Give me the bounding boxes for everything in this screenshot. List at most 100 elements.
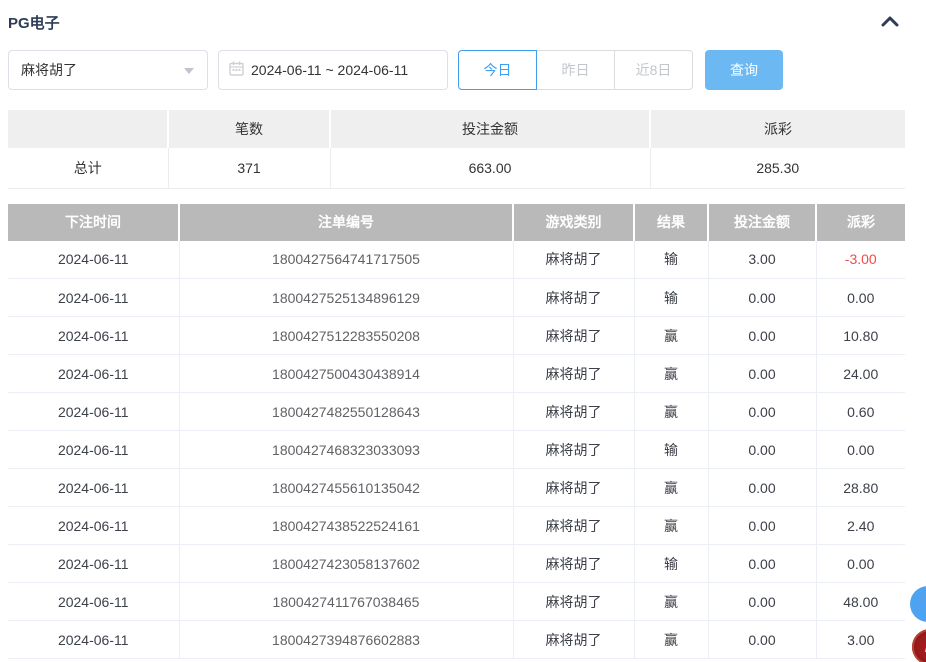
- payout-cell: 0.00: [816, 431, 905, 469]
- chevron-down-icon: [183, 62, 195, 78]
- table-row: 2024-06-11 1800427455610135042 麻将胡了 赢 0.…: [8, 469, 905, 507]
- payout-cell: 0.00: [816, 545, 905, 583]
- payout-cell: 3.00: [816, 621, 905, 659]
- today-button[interactable]: 今日: [458, 50, 537, 90]
- bet-amount-cell: 0.00: [708, 317, 816, 355]
- table-row: 2024-06-11 1800427525134896129 麻将胡了 输 0.…: [8, 279, 905, 317]
- summary-header-count: 笔数: [168, 110, 330, 148]
- bet-time-cell: 2024-06-11: [8, 393, 179, 431]
- game-select[interactable]: 麻将胡了: [8, 50, 208, 90]
- payout-cell: 48.00: [816, 583, 905, 621]
- summary-total-count: 371: [168, 148, 330, 188]
- chevron-up-icon: [880, 14, 900, 31]
- header-payout: 派彩: [816, 204, 905, 241]
- header-bet-amount: 投注金额: [708, 204, 816, 241]
- quick-filter-group: 今日 昨日 近8日: [458, 50, 693, 90]
- header-game-category: 游戏类别: [513, 204, 634, 241]
- game-category-cell: 麻将胡了: [513, 279, 634, 317]
- bet-amount-cell: 0.00: [708, 583, 816, 621]
- filter-bar: 麻将胡了 2024-06-11 ~ 2024-06-11 今日 昨日 近8日 查…: [8, 50, 918, 90]
- header-bet-time: 下注时间: [8, 204, 179, 241]
- result-cell: 赢: [634, 393, 708, 431]
- table-row: 2024-06-11 1800427468323033093 麻将胡了 输 0.…: [8, 431, 905, 469]
- order-number-cell: 1800427564741717505: [179, 241, 513, 279]
- game-category-cell: 麻将胡了: [513, 507, 634, 545]
- summary-header-row: 笔数 投注金额 派彩: [8, 110, 905, 148]
- payout-cell: 0.00: [816, 279, 905, 317]
- game-category-cell: 麻将胡了: [513, 241, 634, 279]
- bet-time-cell: 2024-06-11: [8, 279, 179, 317]
- summary-table: 笔数 投注金额 派彩 总计 371 663.00 285.30: [8, 110, 905, 189]
- summary-header-blank: [8, 110, 168, 148]
- order-number-cell: 1800427411767038465: [179, 583, 513, 621]
- result-cell: 赢: [634, 355, 708, 393]
- order-number-cell: 1800427394876602883: [179, 621, 513, 659]
- result-cell: 输: [634, 279, 708, 317]
- payout-cell: -3.00: [816, 241, 905, 279]
- payout-cell: 2.40: [816, 507, 905, 545]
- table-row: 2024-06-11 1800427438522524161 麻将胡了 赢 0.…: [8, 507, 905, 545]
- summary-total-label: 总计: [8, 148, 168, 188]
- table-row: 2024-06-11 1800427500430438914 麻将胡了 赢 0.…: [8, 355, 905, 393]
- summary-header-bet: 投注金额: [330, 110, 650, 148]
- calendar-icon: [229, 61, 244, 79]
- result-cell: 赢: [634, 507, 708, 545]
- summary-total-payout: 285.30: [650, 148, 905, 188]
- order-number-cell: 1800427500430438914: [179, 355, 513, 393]
- bet-amount-cell: 0.00: [708, 545, 816, 583]
- result-cell: 赢: [634, 621, 708, 659]
- bet-amount-cell: 3.00: [708, 241, 816, 279]
- table-row: 2024-06-11 1800427512283550208 麻将胡了 赢 0.…: [8, 317, 905, 355]
- collapse-button[interactable]: [880, 14, 900, 31]
- payout-cell: 0.60: [816, 393, 905, 431]
- bet-time-cell: 2024-06-11: [8, 469, 179, 507]
- bet-time-cell: 2024-06-11: [8, 317, 179, 355]
- table-row: 2024-06-11 1800427423058137602 麻将胡了 输 0.…: [8, 545, 905, 583]
- game-select-value: 麻将胡了: [21, 60, 77, 80]
- bet-time-cell: 2024-06-11: [8, 545, 179, 583]
- order-number-cell: 1800427525134896129: [179, 279, 513, 317]
- bet-time-cell: 2024-06-11: [8, 583, 179, 621]
- result-cell: 输: [634, 241, 708, 279]
- date-range-value: 2024-06-11 ~ 2024-06-11: [251, 62, 408, 78]
- bet-amount-cell: 0.00: [708, 279, 816, 317]
- table-row: 2024-06-11 1800427394876602883 麻将胡了 赢 0.…: [8, 621, 905, 659]
- table-row: 2024-06-11 1800427482550128643 麻将胡了 赢 0.…: [8, 393, 905, 431]
- table-row: 2024-06-11 1800427411767038465 麻将胡了 赢 0.…: [8, 583, 905, 621]
- result-cell: 输: [634, 545, 708, 583]
- order-number-cell: 1800427423058137602: [179, 545, 513, 583]
- table-row: 2024-06-11 1800427564741717505 麻将胡了 输 3.…: [8, 241, 905, 279]
- header-order-number: 注单编号: [179, 204, 513, 241]
- bet-time-cell: 2024-06-11: [8, 355, 179, 393]
- bet-amount-cell: 0.00: [708, 355, 816, 393]
- game-category-cell: 麻将胡了: [513, 583, 634, 621]
- result-cell: 赢: [634, 469, 708, 507]
- bet-time-cell: 2024-06-11: [8, 431, 179, 469]
- order-number-cell: 1800427468323033093: [179, 431, 513, 469]
- result-cell: 赢: [634, 583, 708, 621]
- game-category-cell: 麻将胡了: [513, 469, 634, 507]
- customer-service-button[interactable]: [910, 586, 926, 622]
- payout-cell: 24.00: [816, 355, 905, 393]
- brand-logo-button[interactable]: b: [912, 629, 926, 662]
- payout-cell: 10.80: [816, 317, 905, 355]
- bet-time-cell: 2024-06-11: [8, 621, 179, 659]
- summary-header-payout: 派彩: [650, 110, 905, 148]
- query-button[interactable]: 查询: [705, 50, 783, 90]
- date-range-input[interactable]: 2024-06-11 ~ 2024-06-11: [218, 50, 448, 90]
- game-category-cell: 麻将胡了: [513, 431, 634, 469]
- game-category-cell: 麻将胡了: [513, 393, 634, 431]
- yesterday-button[interactable]: 昨日: [536, 50, 615, 90]
- bet-table-body: 2024-06-11 1800427564741717505 麻将胡了 输 3.…: [8, 241, 905, 659]
- payout-cell: 28.80: [816, 469, 905, 507]
- game-category-cell: 麻将胡了: [513, 545, 634, 583]
- bet-amount-cell: 0.00: [708, 621, 816, 659]
- order-number-cell: 1800427438522524161: [179, 507, 513, 545]
- bet-amount-cell: 0.00: [708, 469, 816, 507]
- order-number-cell: 1800427482550128643: [179, 393, 513, 431]
- last8days-button[interactable]: 近8日: [614, 50, 693, 90]
- bet-amount-cell: 0.00: [708, 431, 816, 469]
- panel-header: PG电子: [0, 0, 926, 40]
- game-category-cell: 麻将胡了: [513, 317, 634, 355]
- order-number-cell: 1800427512283550208: [179, 317, 513, 355]
